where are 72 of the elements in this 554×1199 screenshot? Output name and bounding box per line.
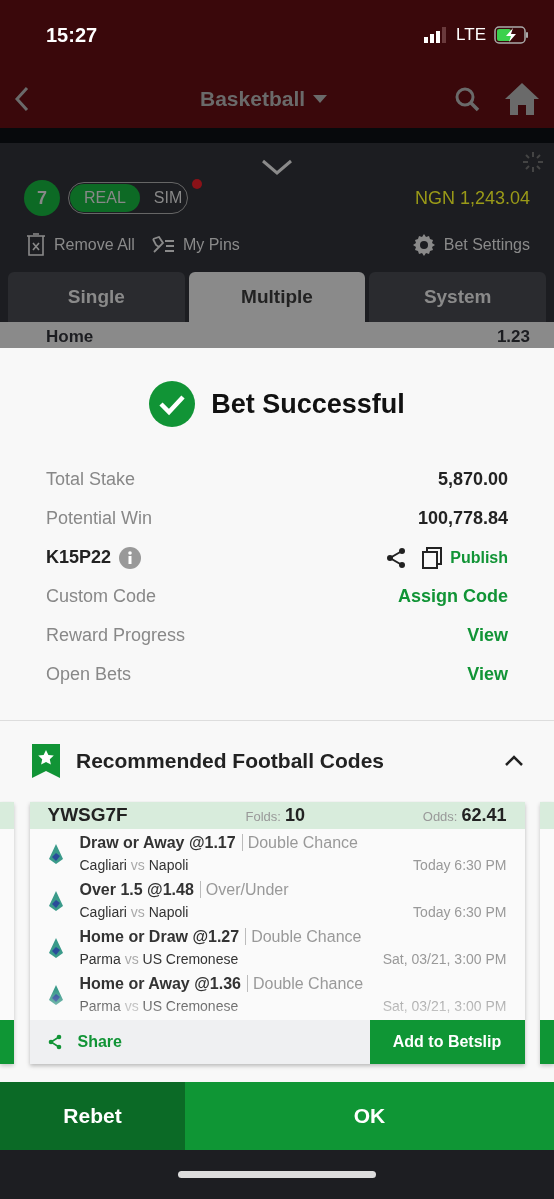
row-label: Custom Code: [46, 585, 157, 608]
match-time: Sat, 03/21, 3:00 PM: [382, 950, 507, 969]
card-code: YWSG7F: [47, 803, 128, 828]
tool-button[interactable]: Bet Settings: [411, 232, 530, 257]
publish-link[interactable]: Publish: [422, 545, 508, 570]
search-icon[interactable]: [454, 86, 480, 112]
success-check-icon: [149, 381, 196, 427]
info-icon[interactable]: [119, 546, 142, 569]
status-time: 15:27: [46, 23, 98, 48]
dialog-title: Bet Successful: [211, 387, 405, 421]
rebet-button[interactable]: Rebet: [0, 1082, 185, 1150]
match-teams: Parma vs US Cremonese: [79, 997, 239, 1016]
row-label: Open Bets: [46, 663, 132, 686]
selection-pick: Draw or Away @1.17 Double Chance: [79, 833, 359, 853]
share-icon: [47, 1034, 62, 1050]
add-to-betslip-button[interactable]: Add to Betslip: [369, 1020, 525, 1064]
selection-pick: Home or Away @1.36 Double Chance: [79, 974, 365, 994]
folds-label: Folds:: [245, 808, 281, 826]
balance-amount: NGN 1,243.04: [414, 186, 530, 210]
ok-button[interactable]: OK: [185, 1082, 554, 1150]
league-logo-icon: [47, 889, 64, 912]
booking-code: K15P22: [46, 546, 112, 569]
section-title: Recommended Football Codes: [76, 748, 385, 775]
share-button[interactable]: Share: [29, 1020, 140, 1064]
back-icon[interactable]: [14, 86, 30, 112]
carousel-card-edge[interactable]: [540, 802, 554, 1064]
row-label: Potential Win: [46, 507, 153, 530]
match-time: Today 6:30 PM: [413, 903, 507, 922]
match-time: Sat, 03/21, 3:00 PM: [382, 997, 507, 1016]
odds-value: 62.41: [461, 804, 507, 827]
selection-pick: Over 1.5 @1.48 Over/Under: [79, 880, 290, 900]
pin-list-icon: [150, 235, 175, 254]
tool-button[interactable]: Remove All: [26, 232, 135, 257]
selection-odds: 1.23: [496, 326, 530, 348]
copy-icon: [422, 546, 443, 569]
chevron-down-icon[interactable]: [261, 159, 293, 175]
tab[interactable]: System: [369, 272, 546, 322]
home-icon[interactable]: [504, 82, 540, 116]
odds-label: Odds:: [422, 808, 458, 826]
match-teams: Cagliari vs Napoli: [79, 856, 189, 875]
battery-icon: [494, 26, 530, 44]
match-teams: Parma vs US Cremonese: [79, 950, 239, 969]
trash-icon: [26, 232, 46, 257]
selection-pick: Home or Draw @1.27 Double Chance: [79, 927, 363, 947]
row-value: 100,778.84: [417, 507, 508, 530]
bet-count-badge: 7: [24, 180, 60, 216]
league-logo-icon: [47, 936, 64, 959]
loading-spinner-icon: [522, 151, 544, 173]
row-link[interactable]: Assign Code: [398, 583, 508, 610]
settings-icon: [411, 232, 436, 257]
bookmark-star-icon: [32, 744, 60, 778]
share-icon[interactable]: [386, 546, 407, 569]
signal-icon: [424, 27, 449, 43]
league-logo-icon: [47, 983, 64, 1006]
carousel-card-edge[interactable]: [0, 802, 14, 1064]
tab[interactable]: Multiple: [188, 272, 366, 322]
league-logo-icon: [47, 842, 64, 865]
row-link[interactable]: View: [467, 661, 508, 688]
folds-count: 10: [284, 804, 305, 827]
network-label: LTE: [456, 24, 486, 47]
row-value: 5,870.00: [437, 468, 508, 491]
match-teams: Cagliari vs Napoli: [79, 903, 189, 922]
tab[interactable]: Single: [8, 272, 185, 322]
selection-name: Home: [46, 326, 94, 348]
row-label: Total Stake: [46, 468, 136, 491]
notification-dot: [192, 179, 202, 189]
row-link[interactable]: View: [467, 622, 508, 649]
sport-selector[interactable]: Basketball: [200, 83, 306, 115]
tool-button[interactable]: My Pins: [150, 232, 240, 257]
match-time: Today 6:30 PM: [413, 856, 507, 875]
caret-down-icon[interactable]: [313, 95, 328, 103]
row-label: Reward Progress: [46, 624, 186, 647]
